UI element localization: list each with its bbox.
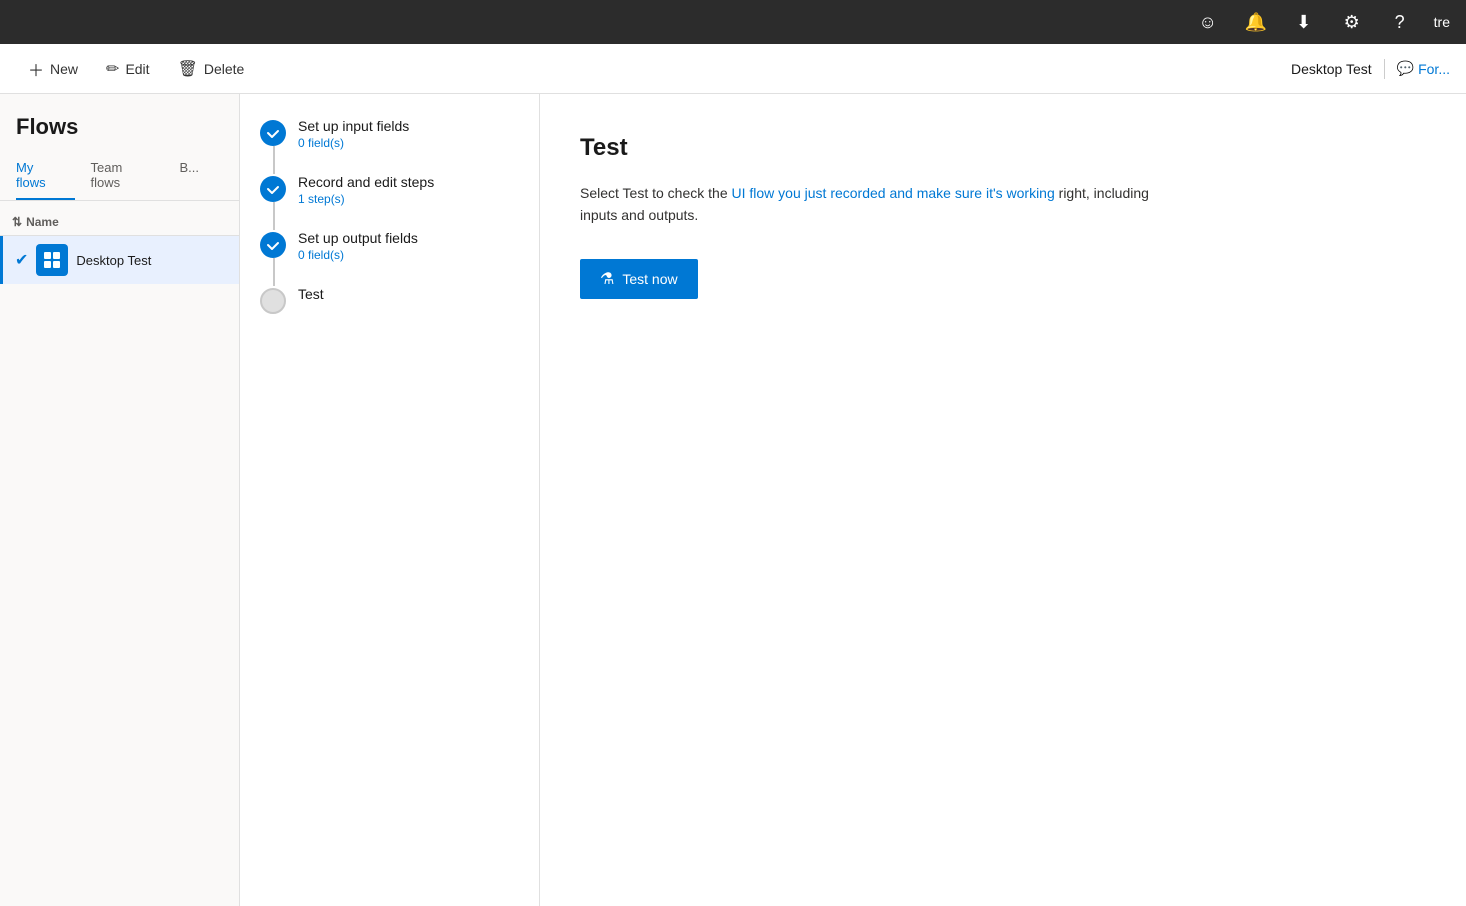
sidebar-nav-myflows[interactable]: My flows: [16, 152, 75, 200]
forum-action[interactable]: 💬 For...: [1397, 60, 1450, 77]
download-icon[interactable]: ⬇: [1290, 8, 1318, 36]
plus-icon: ＋: [28, 57, 44, 81]
sidebar-nav-other[interactable]: B...: [179, 152, 207, 200]
header-separator: [1384, 59, 1385, 79]
wizard-step-4: Test: [260, 286, 519, 314]
flow-name-header: Desktop Test: [1291, 61, 1372, 77]
help-icon[interactable]: ?: [1386, 8, 1414, 36]
wizard-step-3: Set up output fields 0 field(s): [260, 230, 519, 262]
test-now-button[interactable]: ⚗ Test now: [580, 259, 698, 299]
wizard-step-1: Set up input fields 0 field(s): [260, 118, 519, 150]
flow-list-item[interactable]: ✔ Desktop Test: [0, 236, 239, 284]
wizard-panel: Set up input fields 0 field(s) Record an…: [240, 94, 540, 906]
toolbar: ＋ New ✏ Edit 🗑 Delete Desktop Test 💬 For…: [0, 44, 1466, 94]
sidebar-nav-teamflows[interactable]: Team flows: [91, 152, 164, 200]
new-button[interactable]: ＋ New: [16, 51, 90, 87]
wizard-step-2-content: Record and edit steps 1 step(s): [298, 174, 434, 206]
table-header: ⇅ Name: [0, 209, 239, 236]
wizard-step-4-content: Test: [298, 286, 324, 304]
main-layout: Flows My flows Team flows B... ⇅ Name ✔ …: [0, 94, 1466, 906]
content-title: Test: [580, 134, 1426, 162]
delete-button[interactable]: 🗑 Delete: [166, 53, 257, 85]
pencil-icon: ✏: [106, 59, 119, 79]
user-display: tre: [1434, 14, 1450, 30]
wizard-step-3-indicator: [260, 232, 286, 258]
flow-item-name: Desktop Test: [76, 253, 151, 268]
edit-button[interactable]: ✏ Edit: [94, 53, 162, 85]
smiley-icon[interactable]: ☺: [1194, 8, 1222, 36]
wizard-step-1-indicator: [260, 120, 286, 146]
main-content: Test Select Test to check the UI flow yo…: [540, 94, 1466, 906]
settings-icon[interactable]: ⚙: [1338, 8, 1366, 36]
wizard-step-4-indicator: [260, 288, 286, 314]
sort-icon: ⇅: [12, 215, 22, 229]
flow-icon: [36, 244, 68, 276]
content-link[interactable]: UI flow you just recorded and make sure …: [732, 185, 1055, 201]
trash-icon: 🗑: [178, 59, 198, 79]
bell-icon[interactable]: 🔔: [1242, 8, 1270, 36]
check-icon: ✔: [15, 250, 28, 270]
content-description: Select Test to check the UI flow you jus…: [580, 182, 1180, 227]
wizard-step-1-content: Set up input fields 0 field(s): [298, 118, 409, 150]
sidebar-nav: My flows Team flows B...: [0, 152, 239, 201]
forum-icon: 💬: [1397, 60, 1414, 77]
wizard-step-2: Record and edit steps 1 step(s): [260, 174, 519, 206]
flask-icon: ⚗: [600, 269, 614, 289]
sidebar: Flows My flows Team flows B... ⇅ Name ✔ …: [0, 94, 240, 906]
top-bar: ☺ 🔔 ⬇ ⚙ ? tre: [0, 0, 1466, 44]
wizard-step-3-content: Set up output fields 0 field(s): [298, 230, 418, 262]
sidebar-title: Flows: [0, 94, 239, 152]
wizard-step-2-indicator: [260, 176, 286, 202]
